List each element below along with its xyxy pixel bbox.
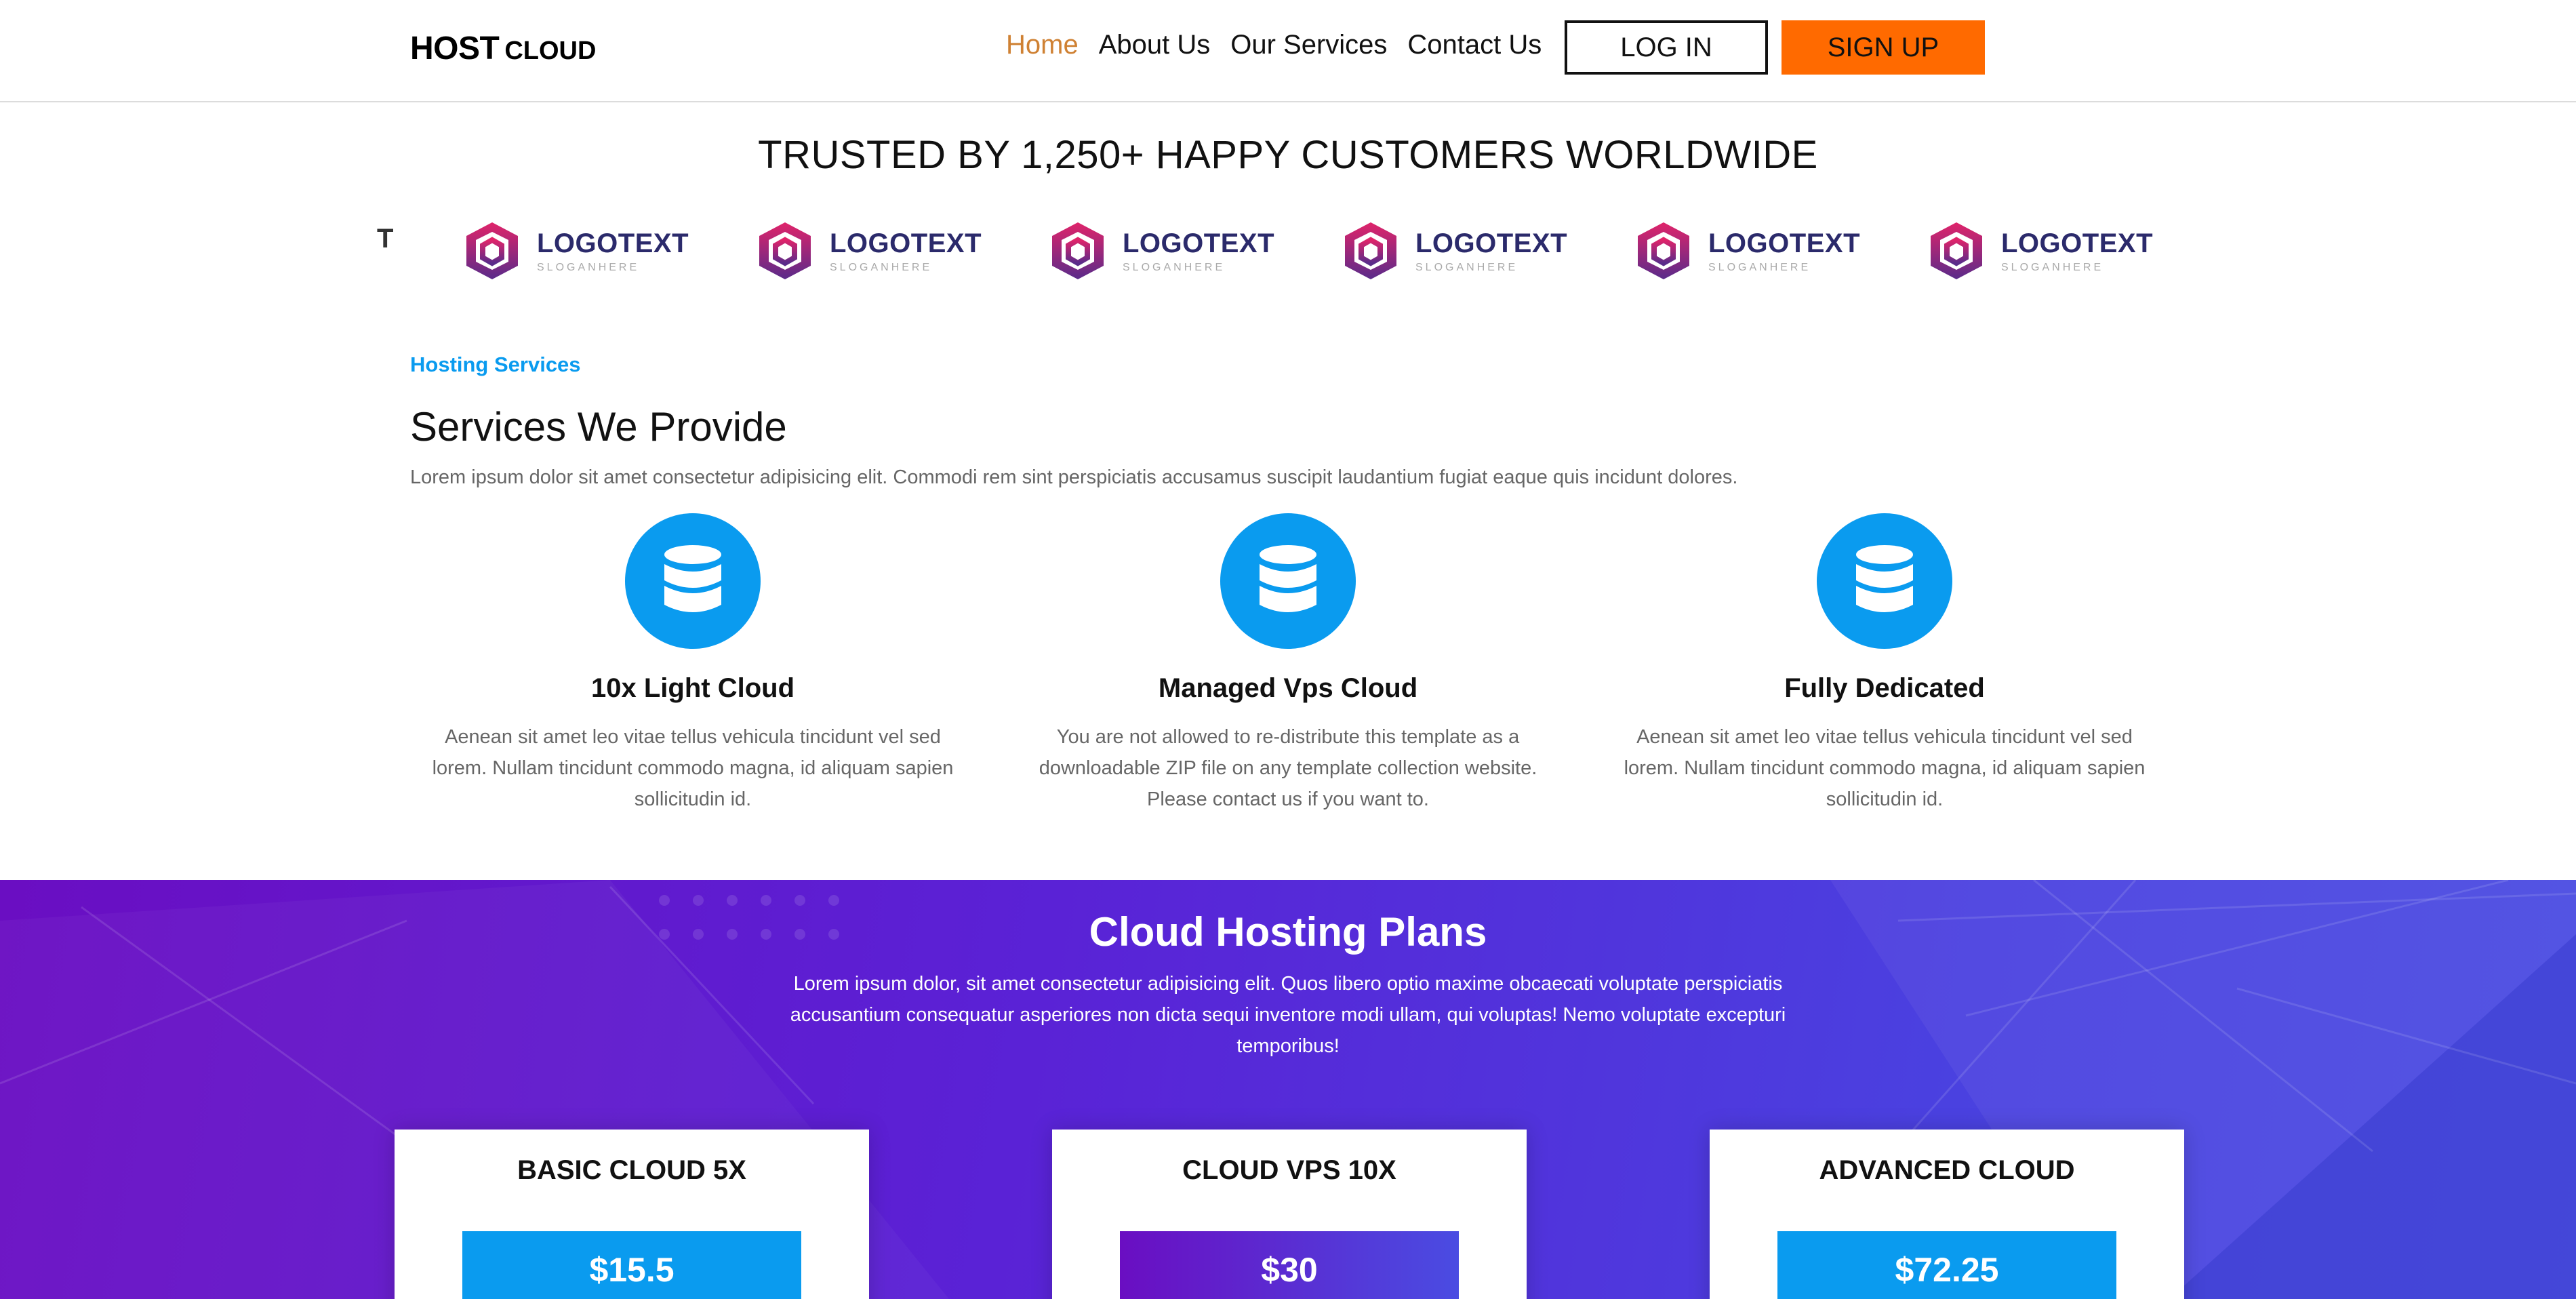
partial-logo-text: T	[377, 224, 394, 254]
logo-slogan: SLOGANHERE	[830, 261, 933, 273]
plan-price: $15.5	[462, 1231, 801, 1299]
login-button[interactable]: LOG IN	[1565, 20, 1768, 75]
plan-card-vps: CLOUD VPS 10X $30	[1052, 1130, 1527, 1299]
logo-slogan: SLOGANHERE	[537, 261, 640, 273]
logo-name: LOGOTEXT	[537, 228, 689, 258]
trusted-heading: TRUSTED BY 1,250+ HAPPY CUSTOMERS WORLDW…	[758, 133, 1818, 177]
site-header: HOST CLOUD Home About Us Our Services Con…	[0, 0, 2576, 102]
logo-slogan: SLOGANHERE	[1123, 261, 1226, 273]
logo-main-text: HOST	[410, 31, 500, 66]
logo-name: LOGOTEXT	[2001, 228, 2153, 258]
database-icon	[1220, 513, 1356, 649]
plan-name: ADVANCED CLOUD	[1819, 1155, 2075, 1185]
service-card: Managed Vps Cloud You are not allowed to…	[1010, 513, 1566, 815]
cube-logo-icon	[466, 222, 518, 279]
service-name: Managed Vps Cloud	[1158, 673, 1418, 703]
client-logo: LOGOTEXT SLOGANHERE	[464, 218, 689, 283]
plan-card-basic: BASIC CLOUD 5X $15.5	[395, 1130, 869, 1299]
client-logo-carousel: T LOGOTEXT SLOGANHERE LOGOTEXT SLOGANHER…	[377, 203, 2187, 298]
service-name: Fully Dedicated	[1784, 673, 1985, 703]
plan-card-advanced: ADVANCED CLOUD $72.25	[1710, 1130, 2184, 1299]
logo-name: LOGOTEXT	[1708, 228, 1860, 258]
logo-slogan: SLOGANHERE	[2001, 261, 2104, 273]
service-card: Fully Dedicated Aenean sit amet leo vita…	[1607, 513, 2162, 815]
services-description: Lorem ipsum dolor sit amet consectetur a…	[410, 466, 1738, 488]
client-logo: LOGOTEXT SLOGANHERE	[1049, 218, 1274, 283]
client-logo: LOGOTEXT SLOGANHERE	[1635, 218, 1860, 283]
site-logo[interactable]: HOST CLOUD	[410, 30, 596, 67]
nav-link-contact-us[interactable]: Contact Us	[1407, 30, 1542, 60]
logo-slogan: SLOGANHERE	[1708, 261, 1811, 273]
plan-price: $30	[1120, 1231, 1459, 1299]
logo-slogan: SLOGANHERE	[1415, 261, 1518, 273]
logo-name: LOGOTEXT	[1123, 228, 1274, 258]
cube-logo-icon	[1345, 222, 1396, 279]
database-icon	[625, 513, 761, 649]
service-text: You are not allowed to re-distribute thi…	[1039, 726, 1537, 810]
service-text: Aenean sit amet leo vitae tellus vehicul…	[432, 726, 954, 810]
cube-logo-icon	[1052, 222, 1104, 279]
client-logo: LOGOTEXT SLOGANHERE	[1342, 218, 1567, 283]
client-logo: LOGOTEXT SLOGANHERE	[757, 218, 982, 283]
main-nav: Home About Us Our Services Contact Us	[1006, 30, 1542, 60]
nav-link-about-us[interactable]: About Us	[1099, 30, 1211, 60]
service-text: Aenean sit amet leo vitae tellus vehicul…	[1624, 726, 2146, 810]
logo-sub-text: CLOUD	[504, 37, 597, 65]
service-name: 10x Light Cloud	[591, 673, 794, 703]
cube-logo-icon	[1638, 222, 1689, 279]
plans-description: Lorem ipsum dolor, sit amet consectetur …	[790, 973, 1786, 1057]
logo-name: LOGOTEXT	[1415, 228, 1567, 258]
nav-link-our-services[interactable]: Our Services	[1230, 30, 1387, 60]
services-eyebrow: Hosting Services	[410, 353, 581, 376]
plan-price: $72.25	[1777, 1231, 2116, 1299]
client-logo: LOGOTEXT SLOGANHERE	[1928, 218, 2153, 283]
plan-name: BASIC CLOUD 5X	[517, 1155, 746, 1185]
service-card: 10x Light Cloud Aenean sit amet leo vita…	[415, 513, 971, 815]
plans-section: Cloud Hosting Plans Lorem ipsum dolor, s…	[0, 880, 2576, 1299]
plan-name: CLOUD VPS 10X	[1182, 1155, 1396, 1185]
nav-link-home[interactable]: Home	[1006, 30, 1079, 60]
cube-logo-icon	[1931, 222, 1982, 279]
cube-logo-icon	[759, 222, 811, 279]
signup-button[interactable]: SIGN UP	[1782, 20, 1985, 75]
services-title: Services We Provide	[410, 404, 787, 449]
logo-name: LOGOTEXT	[830, 228, 982, 258]
database-icon	[1817, 513, 1952, 649]
plans-title: Cloud Hosting Plans	[1089, 909, 1487, 955]
